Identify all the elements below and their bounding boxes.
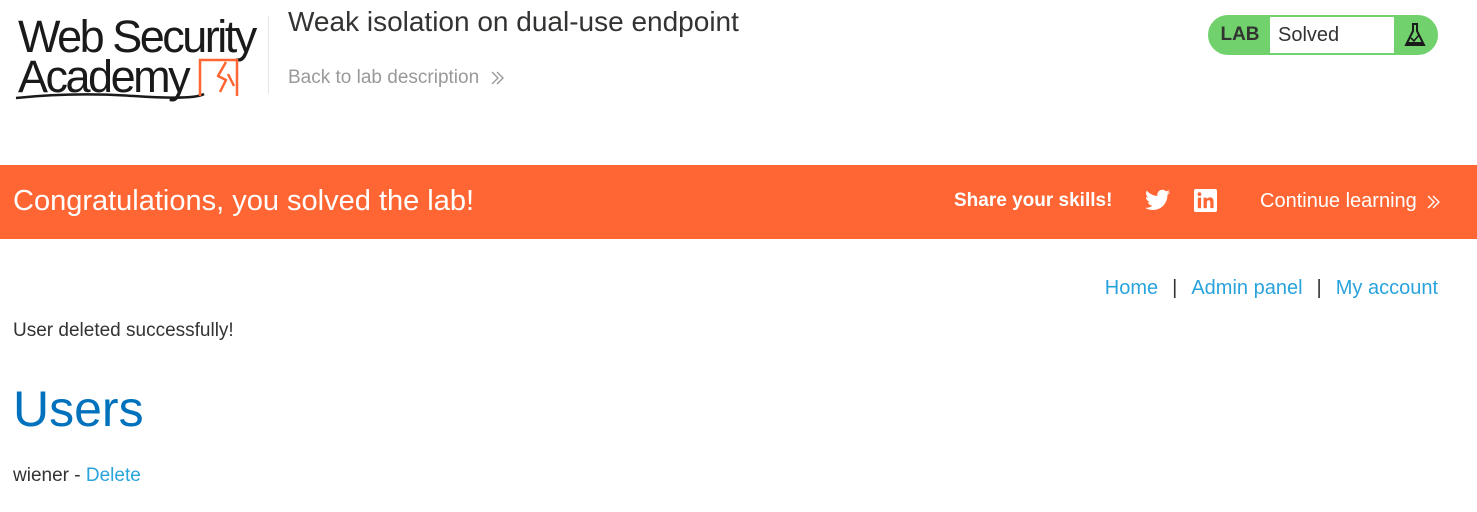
continue-learning-label: Continue learning: [1260, 190, 1417, 212]
nav-admin-panel-link[interactable]: Admin panel: [1191, 277, 1302, 300]
logo-mark-icon: [15, 58, 239, 100]
users-heading: Users: [13, 381, 144, 437]
lab-solved-banner: Congratulations, you solved the lab! Sha…: [0, 165, 1477, 239]
share-skills-label: Share your skills!: [954, 190, 1113, 211]
flask-icon: [1394, 17, 1436, 53]
congratulations-message: Congratulations, you solved the lab!: [13, 185, 475, 217]
twitter-icon[interactable]: [1145, 189, 1170, 216]
double-chevron-right-icon: [1425, 194, 1441, 210]
top-nav: Home | Admin panel | My account: [1105, 277, 1438, 300]
lab-status-badge: LAB Solved: [1208, 15, 1438, 55]
success-notice: User deleted successfully!: [13, 320, 234, 341]
lab-title: Weak isolation on dual-use endpoint: [288, 6, 739, 37]
site-header: Web Security Academy Weak isolation on d…: [0, 0, 1477, 165]
linkedin-icon[interactable]: [1194, 189, 1217, 217]
user-separator: -: [74, 465, 81, 486]
web-security-academy-logo[interactable]: Web Security Academy: [14, 14, 268, 104]
nav-separator: |: [1316, 277, 1322, 299]
header-divider: [268, 16, 269, 94]
delete-user-link[interactable]: Delete: [86, 465, 141, 486]
user-list-item: wiener - Delete: [13, 465, 141, 487]
nav-my-account-link[interactable]: My account: [1336, 277, 1438, 300]
continue-learning-link[interactable]: Continue learning: [1260, 190, 1441, 213]
back-link-label: Back to lab description: [288, 67, 480, 88]
double-chevron-right-icon: [489, 70, 505, 86]
nav-home-link[interactable]: Home: [1105, 277, 1158, 300]
user-name: wiener: [13, 465, 69, 486]
lab-status-label: LAB: [1220, 24, 1260, 45]
nav-separator: |: [1172, 277, 1178, 299]
back-to-lab-description-link[interactable]: Back to lab description: [288, 67, 505, 89]
lab-status-value: Solved: [1270, 17, 1394, 53]
